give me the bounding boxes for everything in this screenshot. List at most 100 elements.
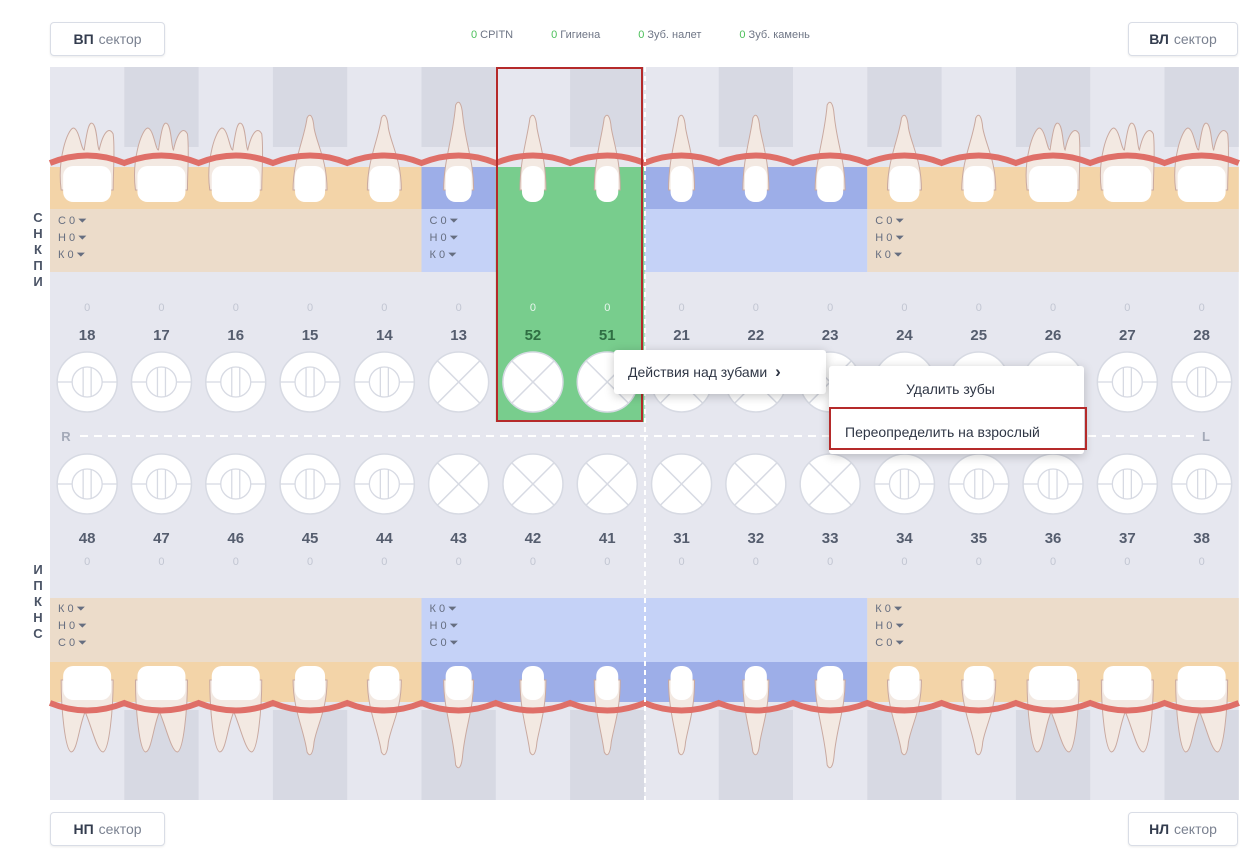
tooth-score-43: 0 [456,556,462,568]
stat-plaque: 0 Зуб. налет [638,29,702,41]
index-dropdown: К 0 ⏷ [58,249,86,261]
tooth-number-35: 35 [970,530,987,547]
tooth-number-13: 13 [450,327,467,344]
tooth-map-46 [205,453,267,515]
upper-tooth-18 [59,122,115,202]
tooth-score-26: 0 [1050,302,1056,314]
tooth-number-46: 46 [227,530,244,547]
tooth-number-15: 15 [302,327,319,344]
teeth-actions-menu-item[interactable]: Действия над зубами › [628,350,781,394]
tooth-number-25: 25 [970,327,987,344]
tooth-map-31 [650,453,713,515]
teeth-actions-submenu: Удалить зубы Переопределить на взрослый [829,366,1084,454]
tooth-map-15 [279,351,341,413]
tooth-number-21: 21 [673,327,690,344]
index-band [50,598,422,662]
side-marker-left: L [1202,429,1210,444]
tooth-number-18: 18 [79,327,96,344]
tooth-score-36: 0 [1050,556,1056,568]
tooth-map-38 [1170,453,1233,515]
tooth-score-35: 0 [976,556,982,568]
index-dropdown: К 0 ⏷ [430,603,458,615]
tooth-map-52 [502,351,564,413]
sector-button-lower-right[interactable]: НП сектор [50,812,165,846]
index-dropdown: С 0 ⏷ [430,215,459,227]
tooth-score-16: 0 [233,302,239,314]
index-band [867,598,1239,662]
tooth-number-14: 14 [376,327,393,344]
sector-code: НЛ [1149,821,1170,837]
tooth-number-43: 43 [450,530,467,547]
teeth-actions-menu: Действия над зубами › [614,350,826,394]
sector-button-lower-left[interactable]: НЛ сектор [1128,812,1238,846]
sector-code: ВЛ [1149,31,1169,47]
tooth-map-36 [1022,453,1084,515]
tooth-score-24: 0 [901,302,907,314]
tooth-score-25: 0 [976,302,982,314]
tooth-score-44: 0 [381,556,387,568]
chevron-right-icon: › [775,362,781,381]
index-dropdown: Н 0 ⏷ [58,232,87,244]
tooth-number-42: 42 [525,530,542,547]
lower-side-labels: И П К Н С [33,562,43,641]
stat-hygiene: 0 Гигиена [551,29,601,41]
sector-word: сектор [1173,31,1217,47]
tooth-score-41: 0 [604,556,610,568]
tooth-score-23: 0 [827,302,833,314]
tooth-score-14: 0 [381,302,387,314]
tooth-number-16: 16 [227,327,244,344]
tooth-number-38: 38 [1193,530,1210,547]
indices-summary: 0 CPITN 0 Гигиена 0 Зуб. налет 0 Зуб. камень [471,29,848,49]
tooth-score-31: 0 [678,556,684,568]
index-dropdown: К 0 ⏷ [875,249,903,261]
tooth-number-52: 52 [525,327,542,344]
tooth-number-26: 26 [1045,327,1062,344]
tooth-score-48: 0 [84,556,90,568]
tooth-map-44 [353,453,416,515]
tooth-map-16 [205,351,267,413]
tooth-map-13 [427,351,490,413]
upper-tooth-16 [208,122,264,202]
delete-teeth-item[interactable]: Удалить зубы [906,376,995,402]
upper-side-labels: С Н К П И [33,210,43,289]
index-dropdown: Н 0 ⏷ [58,620,87,632]
index-dropdown: Н 0 ⏷ [430,620,459,632]
sector-button-upper-left[interactable]: ВЛ сектор [1128,22,1238,56]
index-dropdown: С 0 ⏷ [875,637,904,649]
tooth-map-33 [799,453,861,515]
index-dropdown: К 0 ⏷ [875,603,903,615]
tooth-map-35 [948,453,1010,515]
tooth-map-18 [56,351,118,413]
tooth-number-47: 47 [153,530,170,547]
upper-tooth-27 [1100,122,1155,202]
index-dropdown: С 0 ⏷ [875,215,904,227]
column-shade [124,710,199,800]
tooth-number-24: 24 [896,327,913,344]
tooth-score-28: 0 [1199,302,1205,314]
index-band [50,209,422,272]
tooth-score-37: 0 [1124,556,1130,568]
sector-code: ВП [73,31,94,47]
tooth-map-48 [56,453,118,515]
tooth-number-33: 33 [822,530,839,547]
upper-tooth-17 [134,122,189,202]
sector-button-upper-right[interactable]: ВП сектор [50,22,165,56]
tooth-number-36: 36 [1045,530,1062,547]
tooth-number-22: 22 [748,327,765,344]
tooth-number-45: 45 [302,530,319,547]
tooth-score-21: 0 [678,302,684,314]
index-dropdown: С 0 ⏷ [58,215,87,227]
tooth-number-27: 27 [1119,327,1136,344]
column-shade [1164,710,1239,800]
index-dropdown: С 0 ⏷ [58,637,87,649]
tooth-score-42: 0 [530,556,536,568]
tooth-number-23: 23 [822,327,839,344]
tooth-score-32: 0 [753,556,759,568]
index-dropdown: Н 0 ⏷ [430,232,459,244]
column-shade [1015,710,1091,800]
tooth-score-22: 0 [753,302,759,314]
tooth-map-37 [1096,453,1159,515]
index-dropdown: Н 0 ⏷ [875,620,904,632]
tooth-score-46: 0 [233,556,239,568]
redefine-adult-item[interactable]: Переопределить на взрослый [845,419,1040,445]
